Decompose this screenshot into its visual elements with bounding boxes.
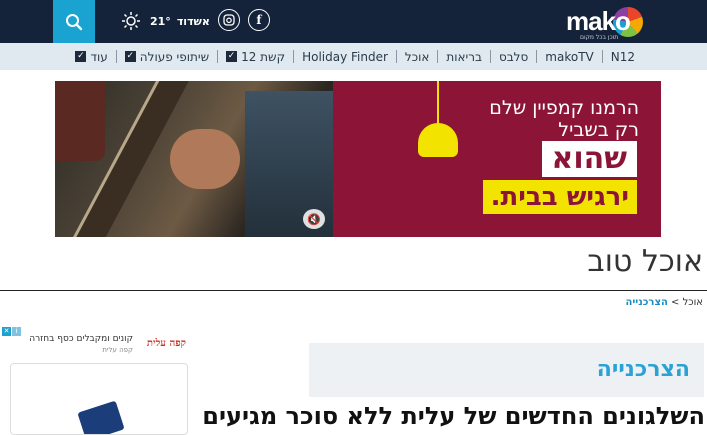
nav-separator [437, 50, 439, 63]
main-nav-bar: N12 makoTV סלבס בריאות אוכל Holiday Finder קשת… [0, 43, 707, 70]
side-ad-card[interactable] [10, 363, 188, 435]
nav-item[interactable]: אוכל [397, 50, 437, 64]
nav-item[interactable]: שיתופי פעולה ✓ [117, 50, 217, 64]
nav-separator [293, 50, 295, 63]
category-title[interactable]: הצרכנייה [597, 357, 690, 382]
nav-item-label: סלבס [498, 49, 529, 64]
nav-item-label: עוד [90, 49, 108, 64]
logo-tagline: תוכן בכל מקום [580, 34, 619, 41]
ad-line-1: הרמנו קמפיין שלם [489, 97, 639, 119]
weather-temp: 21° [150, 14, 171, 28]
nav-item-label: makoTV [545, 49, 594, 64]
title-divider [0, 290, 707, 291]
nav-item-label: N12 [610, 49, 635, 64]
nav-item[interactable]: makoTV [537, 50, 601, 64]
main-nav: N12 makoTV סלבס בריאות אוכל Holiday Finder קשת… [67, 43, 643, 70]
ad-headline: שהוא [541, 141, 637, 177]
nav-item-label: Holiday Finder [302, 49, 388, 64]
chevron-down-icon: ✓ [124, 51, 136, 62]
lamp-icon [418, 123, 458, 157]
nav-item[interactable]: קשת 12 ✓ [218, 50, 293, 64]
facebook-icon[interactable]: f [248, 9, 270, 31]
nav-item[interactable]: סלבס [491, 50, 536, 64]
breadcrumb: אוכל > הצרכנייה [625, 297, 703, 308]
ad-image-jacket [55, 81, 105, 161]
page-title: אוכל טוב [587, 244, 703, 279]
nav-item[interactable]: Holiday Finder [294, 50, 396, 64]
side-ad-brand: קפה עלית [102, 346, 133, 354]
chevron-down-icon: ✓ [226, 51, 238, 62]
nav-item[interactable]: בריאות [438, 50, 490, 64]
ad-line-2: רק בשביל [558, 119, 639, 141]
mako-logo[interactable]: mako תוכן בכל מקום [566, 6, 656, 41]
ad-info-icon[interactable]: i [12, 327, 21, 336]
logo-text: mako [566, 6, 631, 36]
nav-item[interactable]: N12 [603, 50, 643, 64]
nav-item-label: שיתופי פעולה [139, 49, 210, 64]
breadcrumb-current[interactable]: הצרכנייה [625, 297, 667, 308]
nav-item[interactable]: עוד ✓ [67, 50, 115, 64]
search-button[interactable] [53, 0, 95, 43]
side-ad-logo: קפה עלית [146, 338, 186, 349]
sun-icon [120, 10, 142, 32]
product-image [77, 400, 125, 434]
weather-city: אשדוד [176, 14, 210, 28]
category-box[interactable]: הצרכנייה [309, 343, 704, 397]
search-icon [66, 13, 83, 30]
nav-item-label: אוכל [404, 49, 430, 64]
side-ad-title[interactable]: קונים ומקבלים כסף בחזרה [29, 334, 133, 344]
breadcrumb-parent[interactable]: אוכל [683, 297, 703, 308]
nav-separator [601, 50, 603, 63]
nav-separator [395, 50, 397, 63]
ad-image-hand [170, 129, 240, 189]
article-headline[interactable]: השלגונים החדשים של עלית ללא סוכר מגיעים [202, 402, 705, 430]
instagram-icon[interactable] [218, 9, 240, 31]
ad-video-image[interactable]: 🔇 [55, 81, 333, 237]
nav-separator [536, 50, 538, 63]
nav-separator [115, 50, 117, 63]
side-ad[interactable]: ✕ i קונים ומקבלים כסף בחזרה קפה עלית קפה… [2, 326, 188, 435]
nav-separator [217, 50, 219, 63]
ad-lamp-cord [437, 81, 439, 125]
weather-widget[interactable]: 21° אשדוד [120, 10, 210, 32]
breadcrumb-separator: > [671, 297, 680, 308]
nav-separator [489, 50, 491, 63]
ad-tagline: ירגיש בבית. [482, 180, 637, 214]
banner-ad[interactable]: 🔇 הרמנו קמפיין שלם רק בשביל שהוא ירגיש ב… [55, 81, 661, 237]
close-icon[interactable]: ✕ [2, 327, 11, 336]
chevron-down-icon: ✓ [75, 51, 87, 62]
mute-icon[interactable]: 🔇 [303, 209, 325, 229]
nav-item-label: קשת 12 [241, 49, 286, 64]
top-header: 21° אשדוד f mako תוכן בכל מקום [0, 0, 707, 43]
nav-item-label: בריאות [446, 49, 482, 64]
